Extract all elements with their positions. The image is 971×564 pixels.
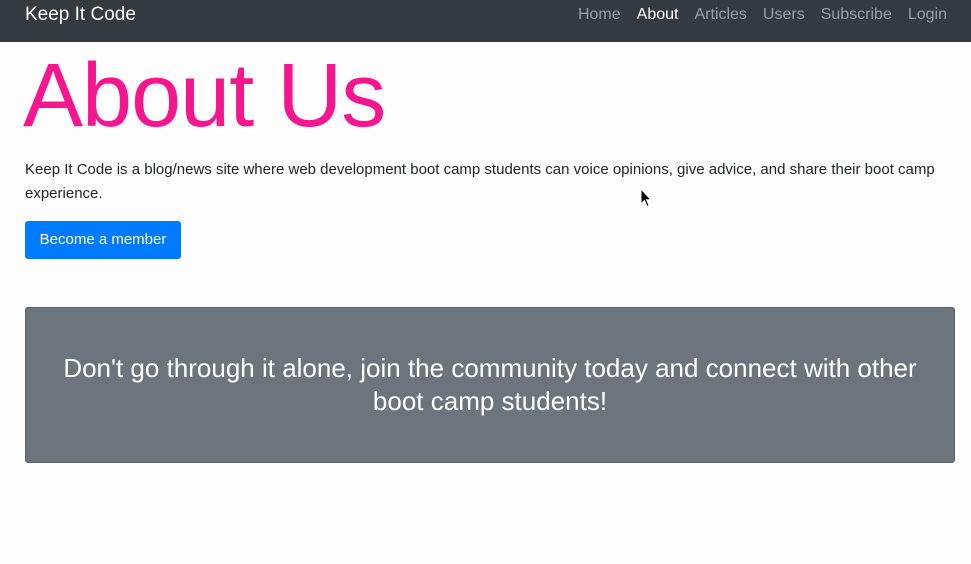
page-title: About Us — [23, 46, 386, 146]
nav-link-login[interactable]: Login — [908, 5, 947, 24]
nav-link-articles[interactable]: Articles — [694, 5, 746, 24]
nav-links: Home About Articles Users Subscribe Logi… — [578, 5, 947, 24]
nav-link-home[interactable]: Home — [578, 5, 621, 24]
nav-link-users[interactable]: Users — [763, 5, 805, 24]
mouse-pointer-icon — [640, 188, 652, 208]
nav-link-about[interactable]: About — [637, 5, 679, 24]
become-member-button[interactable]: Become a member — [25, 221, 181, 259]
navbar: Keep It Code Home About Articles Users S… — [0, 0, 971, 42]
brand-link[interactable]: Keep It Code — [25, 4, 136, 26]
intro-paragraph: Keep It Code is a blog/news site where w… — [25, 161, 935, 202]
callout-text: Don't go through it alone, join the comm… — [63, 353, 917, 416]
nav-link-subscribe[interactable]: Subscribe — [821, 5, 892, 24]
community-callout: Don't go through it alone, join the comm… — [25, 307, 955, 463]
